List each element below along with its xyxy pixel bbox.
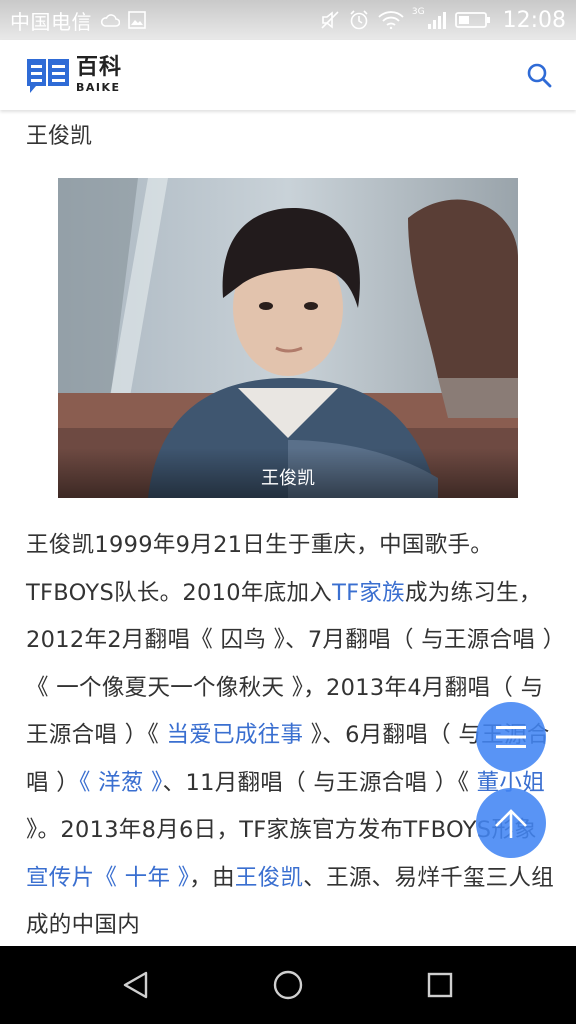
article-link[interactable]: TF家族 (332, 580, 405, 606)
back-to-top-button[interactable] (476, 788, 546, 858)
search-icon (526, 62, 552, 88)
arrow-up-icon (494, 806, 528, 840)
signal-icon (427, 10, 447, 30)
logo-en: BAIKE (76, 81, 121, 94)
image-icon (128, 11, 146, 29)
menu-icon (496, 724, 526, 750)
recents-button[interactable] (410, 955, 470, 1015)
article-link[interactable]: 宣传片《 十年 》 (26, 865, 189, 891)
cloud-icon (100, 13, 120, 27)
battery-icon (454, 11, 491, 29)
mute-icon (320, 10, 340, 30)
entry-title: 王俊凯 (26, 124, 93, 149)
recents-icon (426, 971, 454, 999)
book-logo-icon (26, 56, 70, 94)
article-link[interactable]: 当爱已成往事 (166, 722, 303, 748)
baike-logo[interactable]: 百科 BAIKE (26, 56, 122, 94)
status-bar: 中国电信 3G 12:08 (0, 0, 576, 40)
wifi-icon (378, 11, 404, 29)
network-type-label: 3G (411, 7, 425, 17)
status-left: 中国电信 (10, 6, 146, 35)
back-button[interactable] (106, 955, 166, 1015)
home-button[interactable] (258, 955, 318, 1015)
app-header: 百科 BAIKE (0, 40, 576, 110)
logo-cn: 百科 (76, 55, 123, 80)
carrier-label: 中国电信 (10, 9, 92, 34)
article-text: 》。2013年8月6日，TF家族官方发布TFBOYS形象 (26, 817, 537, 843)
system-nav-bar (0, 946, 576, 1024)
back-icon (121, 970, 151, 1000)
article-link[interactable]: 《 洋葱 》 (79, 770, 163, 796)
toc-menu-button[interactable] (476, 702, 546, 772)
home-icon (272, 969, 304, 1001)
article-link[interactable]: 王俊凯 (235, 865, 303, 891)
search-button[interactable] (524, 60, 554, 90)
status-right: 3G 12:08 (320, 7, 566, 33)
image-caption: 王俊凯 (58, 448, 518, 498)
entry-image[interactable]: 王俊凯 (58, 178, 518, 498)
logo-text: 百科 BAIKE (76, 55, 123, 94)
clock: 12:08 (502, 7, 566, 33)
article-text: 、11月翻唱（ 与王源合唱 ）《 (162, 769, 477, 796)
alarm-icon (348, 9, 370, 31)
article-text: ，由 (189, 864, 235, 891)
